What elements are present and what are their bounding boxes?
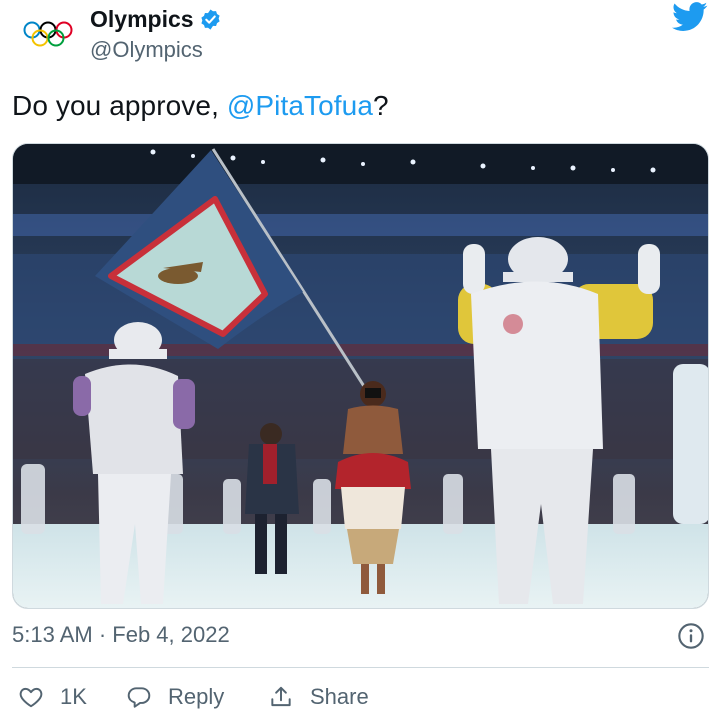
tweet-timestamp[interactable]: 5:13 AM · Feb 4, 2022: [12, 622, 230, 648]
share-icon: [271, 686, 291, 707]
heart-icon: [19, 687, 43, 708]
author-name-row[interactable]: Olympics: [90, 4, 222, 34]
tweet-text: Do you approve, @PitaTofua?: [12, 90, 389, 122]
author-handle[interactable]: @Olympics: [90, 37, 203, 63]
tweet-actions: 1K Reply Share: [0, 680, 720, 714]
reply-button[interactable]: Reply: [126, 680, 224, 714]
author-display-name[interactable]: Olympics: [90, 6, 194, 33]
tweet-text-suffix: ?: [373, 90, 389, 121]
twitter-bird-icon[interactable]: [672, 2, 708, 32]
info-icon[interactable]: [677, 622, 705, 650]
reply-label: Reply: [168, 684, 225, 709]
reply-bubble-icon: [127, 687, 151, 708]
tweet-header: Olympics @Olympics: [0, 0, 720, 80]
mention-link[interactable]: @PitaTofua: [227, 90, 373, 121]
flagbearer-photo: [13, 144, 708, 608]
share-label: Share: [310, 684, 369, 709]
verified-badge-icon: [200, 8, 220, 30]
tweet-text-prefix: Do you approve,: [12, 90, 227, 121]
tweet-photo[interactable]: [12, 143, 709, 609]
divider: [12, 667, 709, 668]
like-count: 1K: [60, 684, 87, 709]
like-button[interactable]: 1K: [18, 680, 87, 714]
share-button[interactable]: Share: [268, 680, 369, 714]
olympic-rings-icon[interactable]: [22, 20, 74, 50]
